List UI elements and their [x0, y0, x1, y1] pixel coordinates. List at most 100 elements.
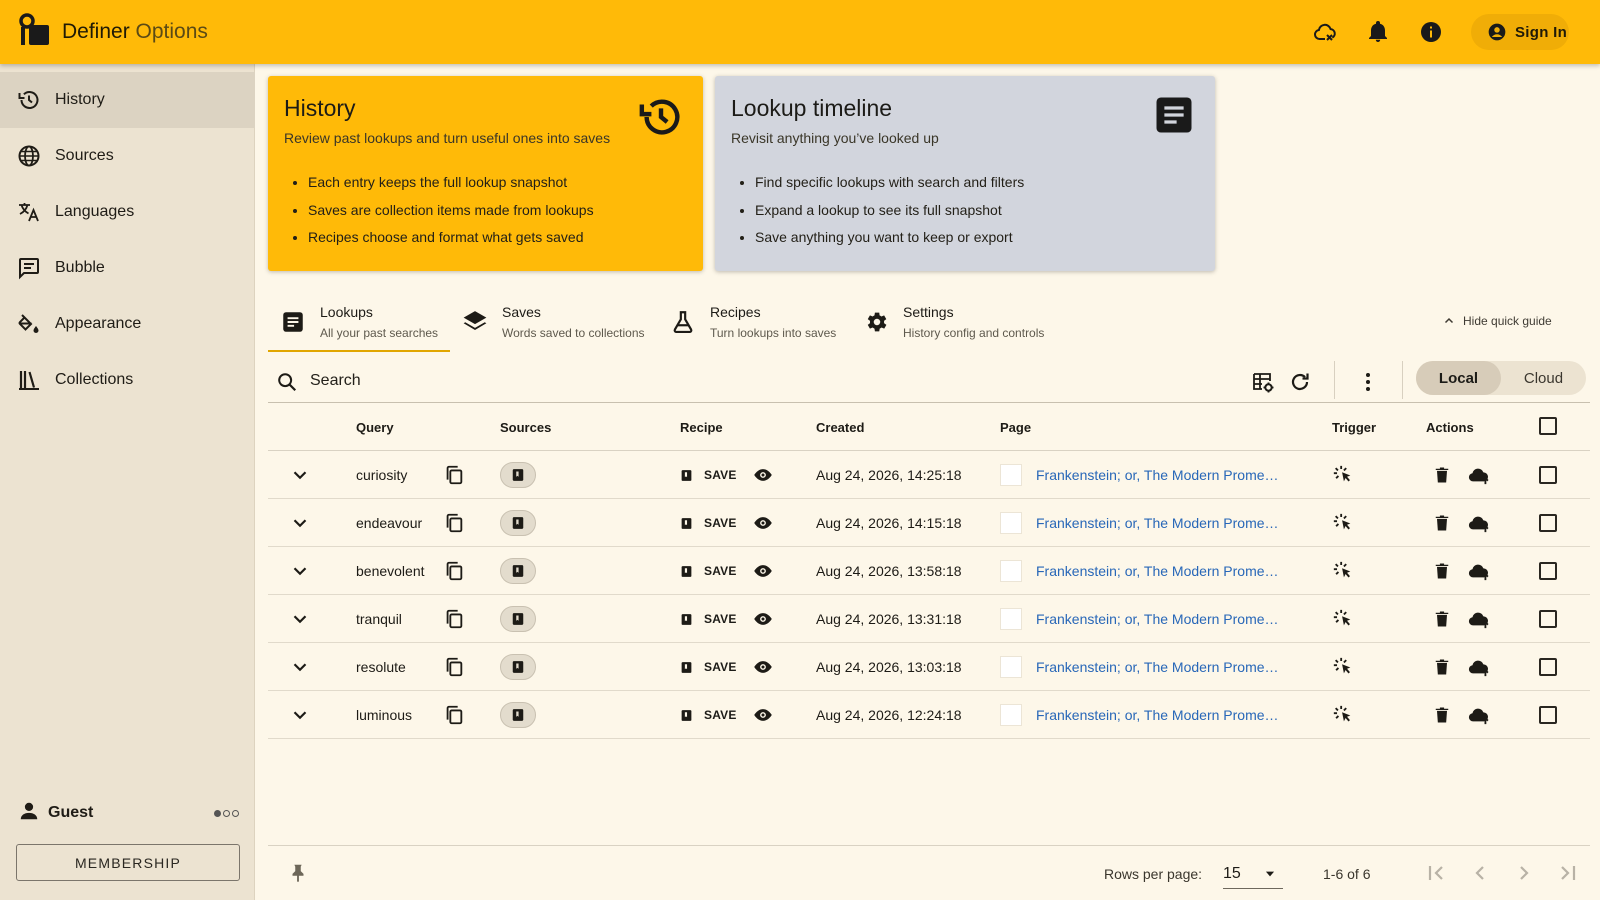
row-checkbox[interactable] [1539, 658, 1557, 676]
hide-quick-guide-button[interactable]: Hide quick guide [1443, 314, 1552, 328]
source-chip[interactable] [500, 510, 536, 536]
expand-row-button[interactable] [289, 499, 311, 547]
delete-button[interactable] [1432, 547, 1452, 595]
page-link[interactable]: Frankenstein; or, The Modern Prometheus [1036, 707, 1281, 723]
copy-query-button[interactable] [443, 643, 465, 691]
preview-button[interactable] [753, 643, 773, 691]
row-checkbox[interactable] [1539, 706, 1557, 724]
delete-button[interactable] [1432, 451, 1452, 499]
column-header-actions[interactable]: Actions [1426, 420, 1474, 435]
source-chip[interactable] [500, 654, 536, 680]
sign-in-button[interactable]: Sign In [1471, 14, 1569, 50]
tab-lookups[interactable]: Lookups All your past searches [268, 300, 450, 352]
delete-button[interactable] [1432, 643, 1452, 691]
chevron-down-icon [293, 663, 307, 672]
cursor-click-icon [1333, 513, 1351, 530]
bell-icon[interactable] [1366, 20, 1390, 44]
source-chip[interactable] [500, 606, 536, 632]
upload-cloud-button[interactable] [1467, 451, 1491, 499]
sidebar-item-collections[interactable]: Collections [0, 352, 255, 408]
sidebar-item-history[interactable]: History [0, 72, 255, 128]
more-vertical-icon[interactable] [1356, 370, 1380, 394]
membership-button[interactable]: MEMBERSHIP [16, 844, 240, 881]
preview-button[interactable] [753, 691, 773, 739]
segment-cloud[interactable]: Cloud [1501, 361, 1586, 395]
preview-button[interactable] [753, 451, 773, 499]
recipe-save[interactable]: SAVE [680, 595, 737, 643]
source-chip[interactable] [500, 462, 536, 488]
table-settings-icon[interactable] [1251, 370, 1275, 394]
upload-cloud-button[interactable] [1467, 547, 1491, 595]
page-link[interactable]: Frankenstein; or, The Modern Prometheus [1036, 467, 1281, 483]
column-header-query[interactable]: Query [356, 420, 394, 435]
row-checkbox[interactable] [1539, 466, 1557, 484]
recipe-save[interactable]: SAVE [680, 499, 737, 547]
source-chip[interactable] [500, 558, 536, 584]
upload-cloud-button[interactable] [1467, 691, 1491, 739]
column-header-trigger[interactable]: Trigger [1332, 420, 1376, 435]
expand-row-button[interactable] [289, 691, 311, 739]
tab-title: Recipes [710, 304, 761, 320]
expand-row-button[interactable] [289, 595, 311, 643]
page-link[interactable]: Frankenstein; or, The Modern Prometheus [1036, 515, 1281, 531]
column-header-sources[interactable]: Sources [500, 420, 551, 435]
card-title: Lookup timeline [731, 95, 893, 121]
next-page-icon[interactable] [1512, 861, 1536, 885]
chevron-down-icon [293, 471, 307, 480]
expand-row-button[interactable] [289, 451, 311, 499]
pin-icon[interactable] [287, 862, 309, 884]
preview-button[interactable] [753, 547, 773, 595]
first-page-icon[interactable] [1424, 861, 1448, 885]
row-checkbox[interactable] [1539, 514, 1557, 532]
page-link[interactable]: Frankenstein; or, The Modern Prometheus [1036, 659, 1281, 675]
cloud-off-icon[interactable] [1313, 20, 1337, 44]
tab-settings[interactable]: Settings History config and controls [851, 300, 1046, 352]
sidebar-item-sources[interactable]: Sources [0, 128, 255, 184]
page-link[interactable]: Frankenstein; or, The Modern Prometheus [1036, 563, 1281, 579]
row-checkbox[interactable] [1539, 610, 1557, 628]
tab-subtitle: Turn lookups into saves [710, 326, 837, 340]
recipe-save[interactable]: SAVE [680, 547, 737, 595]
recipe-save[interactable]: SAVE [680, 691, 737, 739]
expand-row-button[interactable] [289, 547, 311, 595]
copy-query-button[interactable] [443, 595, 465, 643]
last-page-icon[interactable] [1556, 861, 1580, 885]
copy-query-button[interactable] [443, 547, 465, 595]
sidebar-item-languages[interactable]: Languages [0, 184, 255, 240]
info-icon[interactable] [1419, 20, 1443, 44]
column-header-recipe[interactable]: Recipe [680, 420, 723, 435]
delete-button[interactable] [1432, 595, 1452, 643]
segment-local[interactable]: Local [1416, 361, 1501, 395]
column-header-page[interactable]: Page [1000, 420, 1031, 435]
preview-button[interactable] [753, 499, 773, 547]
copy-query-button[interactable] [443, 499, 465, 547]
upload-cloud-button[interactable] [1467, 643, 1491, 691]
tab-saves[interactable]: Saves Words saved to collections [450, 300, 650, 352]
upload-cloud-button[interactable] [1467, 499, 1491, 547]
expand-row-button[interactable] [289, 643, 311, 691]
copy-query-button[interactable] [443, 691, 465, 739]
delete-button[interactable] [1432, 691, 1452, 739]
delete-button[interactable] [1432, 499, 1452, 547]
source-chip[interactable] [500, 702, 536, 728]
paint-bucket-icon [18, 314, 39, 333]
tab-recipes[interactable]: Recipes Turn lookups into saves [658, 300, 843, 352]
recipe-save[interactable]: SAVE [680, 451, 737, 499]
sidebar-item-appearance[interactable]: Appearance [0, 296, 255, 352]
select-all-checkbox[interactable] [1539, 417, 1557, 435]
copy-query-button[interactable] [443, 451, 465, 499]
refresh-icon[interactable] [1288, 370, 1312, 394]
upload-cloud-button[interactable] [1467, 595, 1491, 643]
preview-button[interactable] [753, 595, 773, 643]
account-status-indicator[interactable] [214, 810, 239, 817]
rows-per-page-select[interactable]: 15 [1223, 859, 1283, 889]
row-checkbox[interactable] [1539, 562, 1557, 580]
column-header-created[interactable]: Created [816, 420, 864, 435]
previous-page-icon[interactable] [1468, 861, 1492, 885]
sidebar-item-bubble[interactable]: Bubble [0, 240, 255, 296]
search-input[interactable] [310, 365, 1190, 397]
history-icon [639, 99, 680, 135]
cloud-upload-icon [1468, 660, 1489, 677]
page-link[interactable]: Frankenstein; or, The Modern Prometheus [1036, 611, 1281, 627]
recipe-save[interactable]: SAVE [680, 643, 737, 691]
